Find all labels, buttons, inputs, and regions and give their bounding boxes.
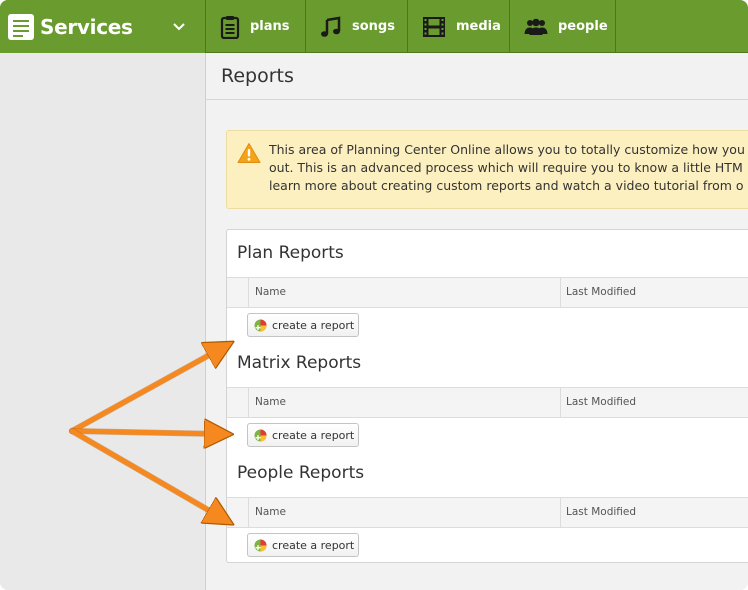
sidebar: [0, 53, 206, 590]
tab-label: songs: [352, 19, 395, 34]
button-label: create a report: [272, 428, 355, 442]
people-reports-header-row: Name Last Modified: [227, 497, 748, 528]
plan-reports-title: Plan Reports: [237, 243, 344, 263]
app-title: Services: [40, 14, 133, 39]
clipboard-icon: [220, 15, 240, 39]
tab-plans[interactable]: plans: [206, 0, 306, 53]
tab-label: plans: [250, 19, 290, 34]
column-header-name[interactable]: Name: [255, 506, 286, 518]
tab-songs[interactable]: songs: [306, 0, 408, 53]
music-note-icon: [320, 16, 342, 38]
people-icon: [524, 18, 548, 36]
film-icon: [422, 16, 446, 38]
create-matrix-report-button[interactable]: create a report: [247, 423, 359, 447]
page-title: Reports: [221, 65, 294, 87]
column-header-last-modified[interactable]: Last Modified: [566, 506, 636, 518]
pie-chart-add-icon: [254, 319, 267, 332]
column-header-name[interactable]: Name: [255, 396, 286, 408]
column-header-last-modified[interactable]: Last Modified: [566, 396, 636, 408]
app-switcher[interactable]: Services: [0, 0, 206, 53]
warning-icon: [237, 142, 261, 164]
title-divider: [206, 99, 748, 100]
reports-panel: Plan Reports Name Last Modified create a…: [226, 229, 748, 563]
column-header-last-modified[interactable]: Last Modified: [566, 286, 636, 298]
services-logo-icon: [8, 13, 34, 40]
matrix-reports-title: Matrix Reports: [237, 353, 362, 373]
column-header-name[interactable]: Name: [255, 286, 286, 298]
button-label: create a report: [272, 538, 355, 552]
matrix-reports-header-row: Name Last Modified: [227, 387, 748, 418]
main-content: Reports This area of Planning Center Onl…: [206, 53, 748, 590]
tab-media[interactable]: media: [408, 0, 510, 53]
info-notice: This area of Planning Center Online allo…: [226, 130, 748, 209]
top-nav-bar: Services plans songs media people: [0, 0, 748, 53]
plan-reports-header-row: Name Last Modified: [227, 277, 748, 308]
button-label: create a report: [272, 318, 355, 332]
pie-chart-add-icon: [254, 539, 267, 552]
pie-chart-add-icon: [254, 429, 267, 442]
create-plan-report-button[interactable]: create a report: [247, 313, 359, 337]
create-people-report-button[interactable]: create a report: [247, 533, 359, 557]
tab-people[interactable]: people: [510, 0, 616, 53]
people-reports-title: People Reports: [237, 463, 365, 483]
chevron-down-icon[interactable]: [173, 19, 185, 35]
notice-text: This area of Planning Center Online allo…: [269, 142, 745, 193]
app-window: Services plans songs media people Report…: [0, 0, 748, 590]
tab-label: media: [456, 19, 501, 34]
tab-label: people: [558, 19, 608, 34]
